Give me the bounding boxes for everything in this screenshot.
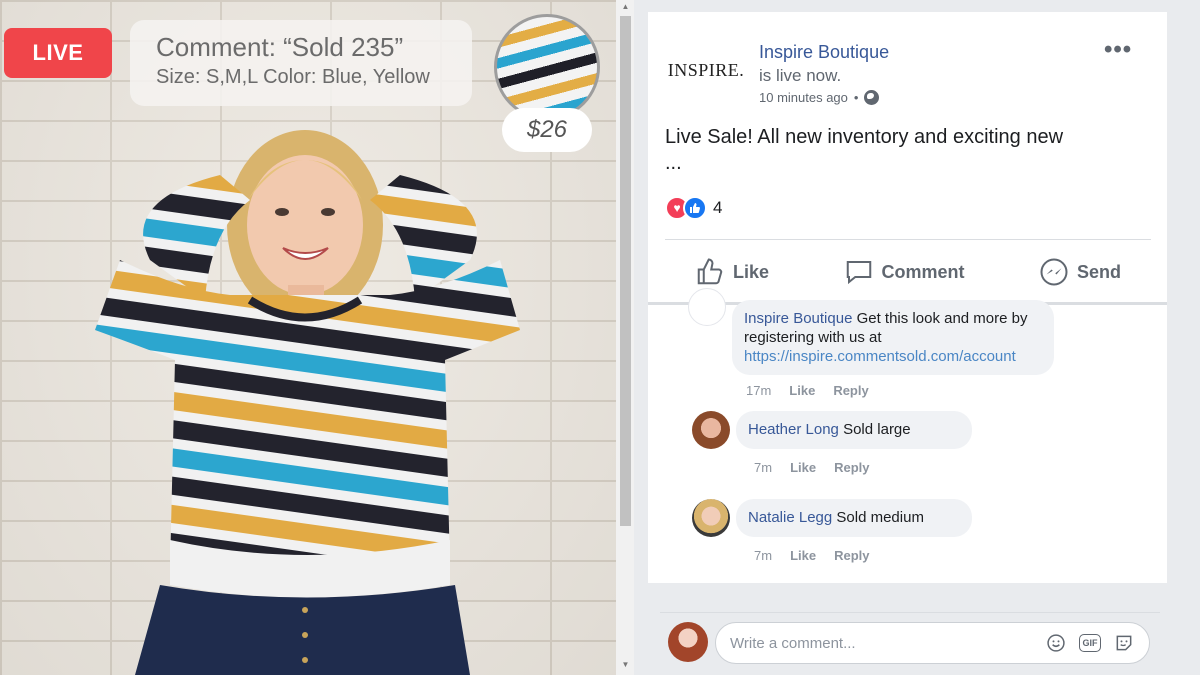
separator-dot: • <box>853 90 859 105</box>
comment-author[interactable]: Inspire Boutique <box>744 310 852 327</box>
divider <box>665 239 1151 240</box>
commenter-avatar[interactable] <box>692 411 730 449</box>
post-text: Live Sale! All new inventory and excitin… <box>665 126 1064 148</box>
comment-bubble: Inspire Boutique Get this look and more … <box>732 300 1054 375</box>
comment-composer: GIF <box>715 622 1150 664</box>
comment-instruction-card: Comment: “Sold 235” Size: S,M,L Color: B… <box>130 20 472 106</box>
comment-text: Sold medium <box>832 509 924 526</box>
live-video[interactable]: LIVE Comment: “Sold 235” Size: S,M,L Col… <box>0 0 616 675</box>
messenger-icon <box>1040 258 1068 286</box>
page-logo-text: INSPIRE. <box>667 59 745 80</box>
post-timestamp[interactable]: 10 minutes ago • <box>759 90 880 105</box>
scrollbar-thumb[interactable] <box>620 16 631 526</box>
send-button[interactable]: Send <box>1039 257 1121 287</box>
divider <box>660 612 1160 613</box>
comment-time[interactable]: 7m <box>754 548 772 563</box>
comment-author[interactable]: Natalie Legg <box>748 509 832 526</box>
comment-item: Inspire Boutique Get this look and more … <box>688 288 1054 375</box>
live-badge: LIVE <box>4 28 112 78</box>
comment-time[interactable]: 7m <box>754 460 772 475</box>
comment-reply-link[interactable]: Reply <box>834 548 869 563</box>
scroll-down-arrow-icon[interactable]: ▼ <box>620 660 631 672</box>
comment-like-link[interactable]: Like <box>790 460 816 475</box>
live-status: is live now. <box>759 66 842 85</box>
comment-author[interactable]: Heather Long <box>748 421 839 438</box>
comment-meta: 17m Like Reply <box>746 383 869 398</box>
comment-bubble: Heather Long Sold large <box>736 411 972 449</box>
like-button[interactable]: Like <box>695 257 769 287</box>
comment-like-link[interactable]: Like <box>790 548 816 563</box>
globe-icon <box>864 90 880 105</box>
thumbs-up-icon <box>697 258 723 285</box>
reaction-count: 4 <box>713 198 723 217</box>
comment-reply-link[interactable]: Reply <box>833 383 868 398</box>
comment-like-link[interactable]: Like <box>789 383 815 398</box>
like-label: Like <box>733 261 770 282</box>
page-name-link[interactable]: Inspire Boutique <box>759 42 889 63</box>
comment-label: Comment <box>881 261 965 282</box>
commenter-avatar[interactable] <box>688 288 726 326</box>
scroll-up-arrow-icon[interactable]: ▲ <box>620 2 631 14</box>
comment-bubble: Natalie Legg Sold medium <box>736 499 972 537</box>
emoji-icon[interactable] <box>1045 632 1067 654</box>
current-user-avatar[interactable] <box>668 622 708 662</box>
product-thumbnail[interactable] <box>494 14 600 120</box>
timestamp-text: 10 minutes ago <box>759 90 848 105</box>
sticker-icon[interactable] <box>1113 632 1135 654</box>
gif-icon[interactable]: GIF <box>1079 634 1101 652</box>
more-options-icon[interactable]: ••• <box>1104 36 1132 64</box>
commenter-avatar[interactable] <box>692 499 730 537</box>
send-label: Send <box>1076 261 1121 282</box>
comment-instruction: Comment: “Sold 235” <box>156 32 404 62</box>
reactions-summary[interactable]: ♥ 4 <box>665 196 722 220</box>
comment-meta: 7m Like Reply <box>754 460 869 475</box>
comment-text: Sold large <box>838 421 911 438</box>
comment-item: Natalie Legg Sold medium <box>692 499 972 537</box>
comment-reply-link[interactable]: Reply <box>834 460 869 475</box>
comment-time[interactable]: 17m <box>746 383 771 398</box>
comment-item: Heather Long Sold large <box>692 411 972 449</box>
size-color-info: Size: S,M,L Color: Blue, Yellow <box>156 66 430 88</box>
speech-bubble-icon <box>846 261 871 285</box>
comment-button[interactable]: Comment <box>844 257 965 287</box>
price-tag: $26 <box>502 108 592 152</box>
comment-input[interactable] <box>730 634 1033 652</box>
comment-link[interactable]: https://inspire.commentsold.com/account <box>744 347 1042 366</box>
like-reaction-icon <box>683 196 707 220</box>
comment-meta: 7m Like Reply <box>754 548 869 563</box>
page-avatar[interactable]: INSPIRE. <box>668 40 744 102</box>
see-more-ellipsis[interactable]: ... <box>665 152 682 175</box>
